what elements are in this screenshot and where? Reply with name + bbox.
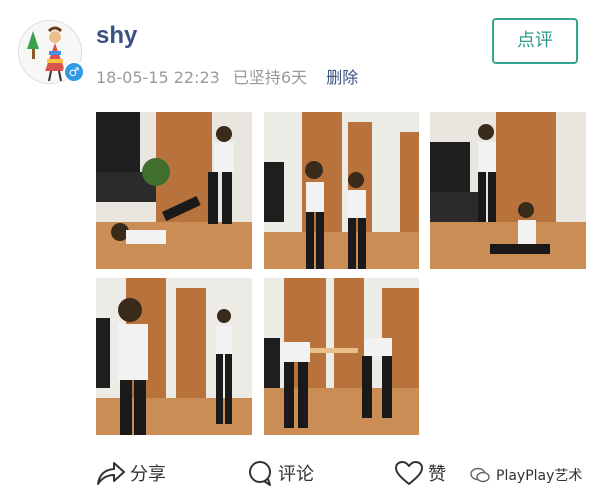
delete-link[interactable]: 删除: [326, 68, 358, 87]
comment-label: 评论: [278, 464, 314, 485]
review-button[interactable]: 点评: [492, 18, 578, 64]
streak-label: 已坚持6天: [232, 68, 308, 87]
post-meta: 18-05-15 22:23 已坚持6天 删除: [96, 64, 366, 88]
action-bar: 分享 评论 赞 PlayPlay艺术: [0, 448, 596, 502]
share-label: 分享: [130, 464, 166, 485]
photo-5[interactable]: [264, 278, 419, 435]
share-icon: [97, 462, 125, 485]
photo-3[interactable]: [430, 112, 586, 269]
wechat-icon: [470, 467, 490, 483]
comment-icon: [249, 461, 271, 486]
heart-icon: [395, 461, 423, 485]
photo-2[interactable]: [264, 112, 419, 269]
username[interactable]: shy: [96, 22, 137, 50]
like-button[interactable]: 赞: [394, 458, 446, 488]
post-header: ♂ shy 18-05-15 22:23 已坚持6天 删除 点评: [0, 0, 596, 100]
comment-button[interactable]: 评论: [246, 458, 314, 488]
like-label: 赞: [428, 464, 446, 485]
male-gender-icon: ♂: [63, 61, 85, 83]
photo-4[interactable]: [96, 278, 252, 435]
photo-1[interactable]: [96, 112, 252, 269]
watermark: PlayPlay艺术: [470, 465, 582, 485]
share-button[interactable]: 分享: [96, 458, 166, 488]
watermark-label: PlayPlay艺术: [496, 468, 583, 484]
post-timestamp: 18-05-15 22:23: [96, 68, 220, 87]
